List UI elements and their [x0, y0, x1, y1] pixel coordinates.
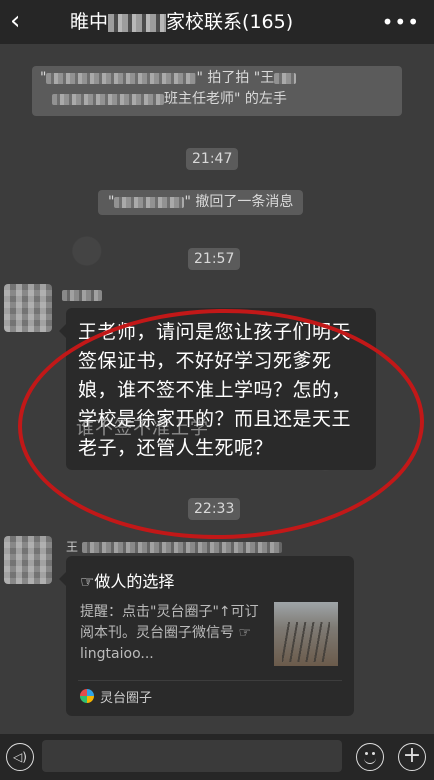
plus-button[interactable]: + — [398, 743, 426, 771]
emoji-icon — [364, 757, 376, 764]
plus-icon: + — [402, 743, 422, 768]
card-thumbnail — [274, 602, 338, 666]
back-button[interactable]: ‹ — [10, 6, 20, 36]
card-description: 提醒：点击"灵台圈子"↑可订阅本刊。灵台圈子微信号 ☞ lingtaioo... — [80, 604, 259, 662]
title-prefix: 睢中 — [70, 11, 109, 33]
avatar[interactable] — [4, 536, 52, 584]
redacted-text — [52, 93, 164, 105]
timestamp: 22:33 — [188, 498, 241, 520]
card-source: 灵台圈子 — [100, 691, 153, 706]
pat-notice: " " 拍了拍 "王 班主任老师" 的左手 — [32, 66, 402, 116]
chat-title: 睢中 家校联系(165) — [70, 10, 293, 34]
redacted-text — [274, 72, 297, 84]
sender-name-redacted — [62, 288, 102, 301]
message-input[interactable] — [42, 740, 342, 772]
avatar[interactable] — [4, 284, 52, 332]
recall-notice: " " 撤回了一条消息 — [98, 190, 304, 215]
voice-icon: ◁) — [13, 750, 27, 764]
member-count: (165) — [242, 11, 294, 33]
voice-button[interactable]: ◁) — [6, 743, 34, 771]
input-bar: ◁) + — [0, 734, 434, 780]
title-suffix: 家校联系 — [166, 11, 243, 33]
chat-area[interactable]: " " 拍了拍 "王 班主任老师" 的左手 21:47 " " 撤回了一条消息 21… — [0, 44, 434, 734]
more-dots-icon: ••• — [381, 10, 420, 34]
card-divider — [78, 680, 342, 681]
watermark-overlay: 谁不签不准上学 — [76, 418, 209, 439]
top-navigation-bar: ‹ 睢中 家校联系(165) ••• — [0, 0, 434, 44]
title-redacted — [108, 13, 167, 32]
timestamp: 21:57 — [188, 248, 241, 270]
highlighted-message-bubble[interactable]: 王老师，请问是您让孩子们明天签保证书，不好好学习死爹死娘，谁不签不准上学吗？怎的… — [59, 308, 376, 470]
message-text: 王老师，请问是您让孩子们明天签保证书，不好好学习死爹死娘，谁不签不准上学吗？怎的… — [78, 321, 352, 459]
redacted-text — [46, 72, 197, 84]
emoji-button[interactable] — [356, 743, 384, 771]
card-title: ☞做人的选择 — [80, 572, 175, 591]
timestamp: 21:47 — [186, 148, 239, 170]
article-card[interactable]: ☞做人的选择 提醒：点击"灵台圈子"↑可订阅本刊。灵台圈子微信号 ☞ lingt… — [59, 556, 354, 716]
more-button[interactable]: ••• — [382, 10, 420, 34]
redacted-text — [114, 196, 185, 208]
sender-name: 王 — [66, 538, 282, 555]
chevron-left-icon: ‹ — [10, 6, 21, 36]
source-logo-icon — [80, 689, 94, 703]
